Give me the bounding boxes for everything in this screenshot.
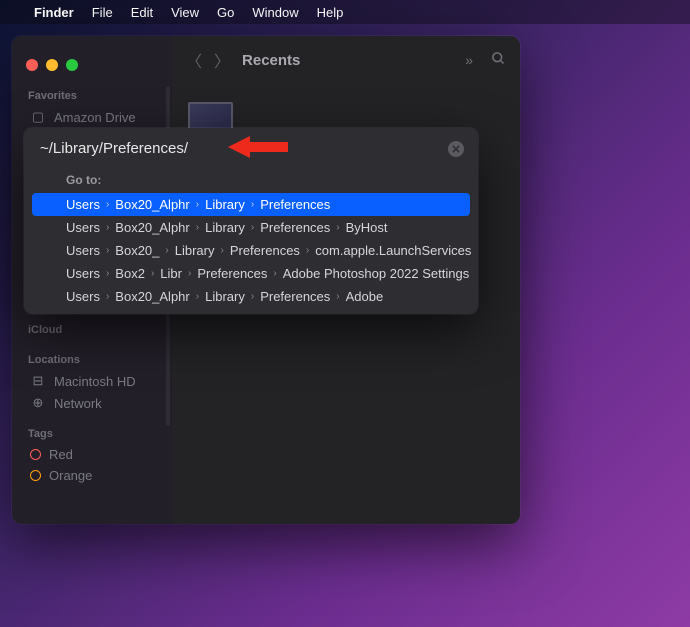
sidebar-item-label: Network — [54, 396, 102, 411]
path-segment: Preferences — [260, 220, 330, 235]
chevron-right-icon: › — [220, 245, 223, 256]
menu-file[interactable]: File — [92, 5, 113, 20]
goto-input-row: ~/Library/Preferences/ — [24, 128, 478, 169]
chevron-right-icon: › — [165, 245, 168, 256]
globe-icon: ⊕ — [30, 395, 46, 411]
menubar: Finder File Edit View Go Window Help — [0, 0, 690, 24]
path-segment: com.apple.LaunchServices — [315, 243, 471, 258]
goto-folder-popover: ~/Library/Preferences/ Go to: Users › Box2… — [24, 128, 478, 314]
chevron-right-icon: › — [196, 222, 199, 233]
path-segment: Preferences — [260, 289, 330, 304]
path-segment: Library — [205, 289, 245, 304]
chevron-right-icon: › — [106, 199, 109, 210]
path-segment: Users — [66, 266, 100, 281]
sidebar-item-tag-red[interactable]: Red — [12, 444, 172, 465]
sidebar-item-label: Macintosh HD — [54, 374, 136, 389]
sidebar-item-label: Orange — [49, 468, 92, 483]
path-segment: Box2 — [115, 266, 145, 281]
back-button[interactable]: 〈 — [186, 48, 202, 72]
clear-input-button[interactable] — [448, 141, 464, 157]
sidebar-section-locations: Locations — [12, 348, 172, 370]
goto-results-list: Users›Box20_Alphr›Library›PreferencesUse… — [24, 193, 478, 308]
chevron-right-icon: › — [336, 222, 339, 233]
goto-result-row[interactable]: Users › Box20_Alphr › Library › Preferences — [32, 193, 470, 216]
chevron-right-icon: › — [251, 199, 254, 210]
goto-result-row[interactable]: Users › Box20_Alphr › Library › Preferences › Ad… — [24, 285, 478, 308]
window-controls — [12, 46, 172, 84]
path-segment: ByHost — [346, 220, 388, 235]
path-segment: Box20_Alphr — [115, 289, 189, 304]
close-button[interactable] — [26, 59, 38, 71]
toolbar-overflow-icon[interactable]: » — [465, 52, 473, 68]
chevron-right-icon: › — [188, 268, 191, 279]
menu-edit[interactable]: Edit — [131, 5, 153, 20]
sidebar-section-tags: Tags — [12, 422, 172, 444]
menu-finder[interactable]: Finder — [34, 5, 74, 20]
sidebar-item-label: Amazon Drive — [54, 110, 136, 125]
disk-icon: ⊟ — [30, 373, 46, 389]
path-segment: Box20_Alphr — [115, 220, 189, 235]
path-segment: Users — [66, 220, 100, 235]
maximize-button[interactable] — [66, 59, 78, 71]
goto-result-row[interactable]: Users › Box2 › Libr › Preferences › Adobe Photos… — [24, 262, 478, 285]
tag-dot-icon — [30, 470, 41, 481]
toolbar: 〈 〉 Recents » — [172, 36, 520, 84]
path-segment: Preferences — [197, 266, 267, 281]
path-segment: Preferences — [260, 197, 330, 212]
path-segment: Adobe — [346, 289, 384, 304]
path-segment: Users — [66, 289, 100, 304]
goto-result-row[interactable]: Users › Box20_Alphr › Library › Preferences › By… — [24, 216, 478, 239]
chevron-right-icon: › — [106, 268, 109, 279]
sidebar-section-icloud: iCloud — [12, 318, 172, 340]
menu-window[interactable]: Window — [252, 5, 298, 20]
path-segment: Libr — [160, 266, 182, 281]
sidebar-item-network[interactable]: ⊕ Network — [12, 392, 172, 414]
annotation-arrow — [228, 134, 288, 165]
forward-button[interactable]: 〉 — [214, 48, 230, 72]
sidebar-item-tag-orange[interactable]: Orange — [12, 465, 172, 486]
chevron-right-icon: › — [306, 245, 309, 256]
chevron-right-icon: › — [106, 222, 109, 233]
chevron-right-icon: › — [196, 291, 199, 302]
menu-view[interactable]: View — [171, 5, 199, 20]
chevron-right-icon: › — [251, 291, 254, 302]
chevron-right-icon: › — [106, 245, 109, 256]
folder-icon: ▢ — [30, 109, 46, 125]
path-segment: Library — [205, 220, 245, 235]
path-segment: Box20_Alphr — [115, 197, 189, 212]
sidebar-item-amazon-drive[interactable]: ▢ Amazon Drive — [12, 106, 172, 128]
chevron-right-icon: › — [251, 222, 254, 233]
path-segment: Library — [205, 197, 245, 212]
goto-result-row[interactable]: Users › Box20_ › Library › Preferences › com.app… — [24, 239, 478, 262]
chevron-right-icon: › — [273, 268, 276, 279]
sidebar-section-favorites: Favorites — [12, 84, 172, 106]
sidebar-item-label: Red — [49, 447, 73, 462]
tag-dot-icon — [30, 449, 41, 460]
chevron-right-icon: › — [106, 291, 109, 302]
path-segment: Library — [175, 243, 215, 258]
window-title: Recents — [242, 52, 453, 69]
menu-go[interactable]: Go — [217, 5, 234, 20]
path-segment: Users — [66, 243, 100, 258]
path-segment: Users — [66, 197, 100, 212]
chevron-right-icon: › — [336, 291, 339, 302]
search-icon[interactable] — [491, 51, 506, 69]
path-segment: Adobe Photoshop 2022 Settings — [283, 266, 469, 281]
goto-label: Go to: — [24, 169, 478, 193]
minimize-button[interactable] — [46, 59, 58, 71]
sidebar-item-macintosh-hd[interactable]: ⊟ Macintosh HD — [12, 370, 172, 392]
path-segment: Box20_ — [115, 243, 159, 258]
menu-help[interactable]: Help — [317, 5, 344, 20]
chevron-right-icon: › — [151, 268, 154, 279]
chevron-right-icon: › — [196, 199, 199, 210]
path-segment: Preferences — [230, 243, 300, 258]
